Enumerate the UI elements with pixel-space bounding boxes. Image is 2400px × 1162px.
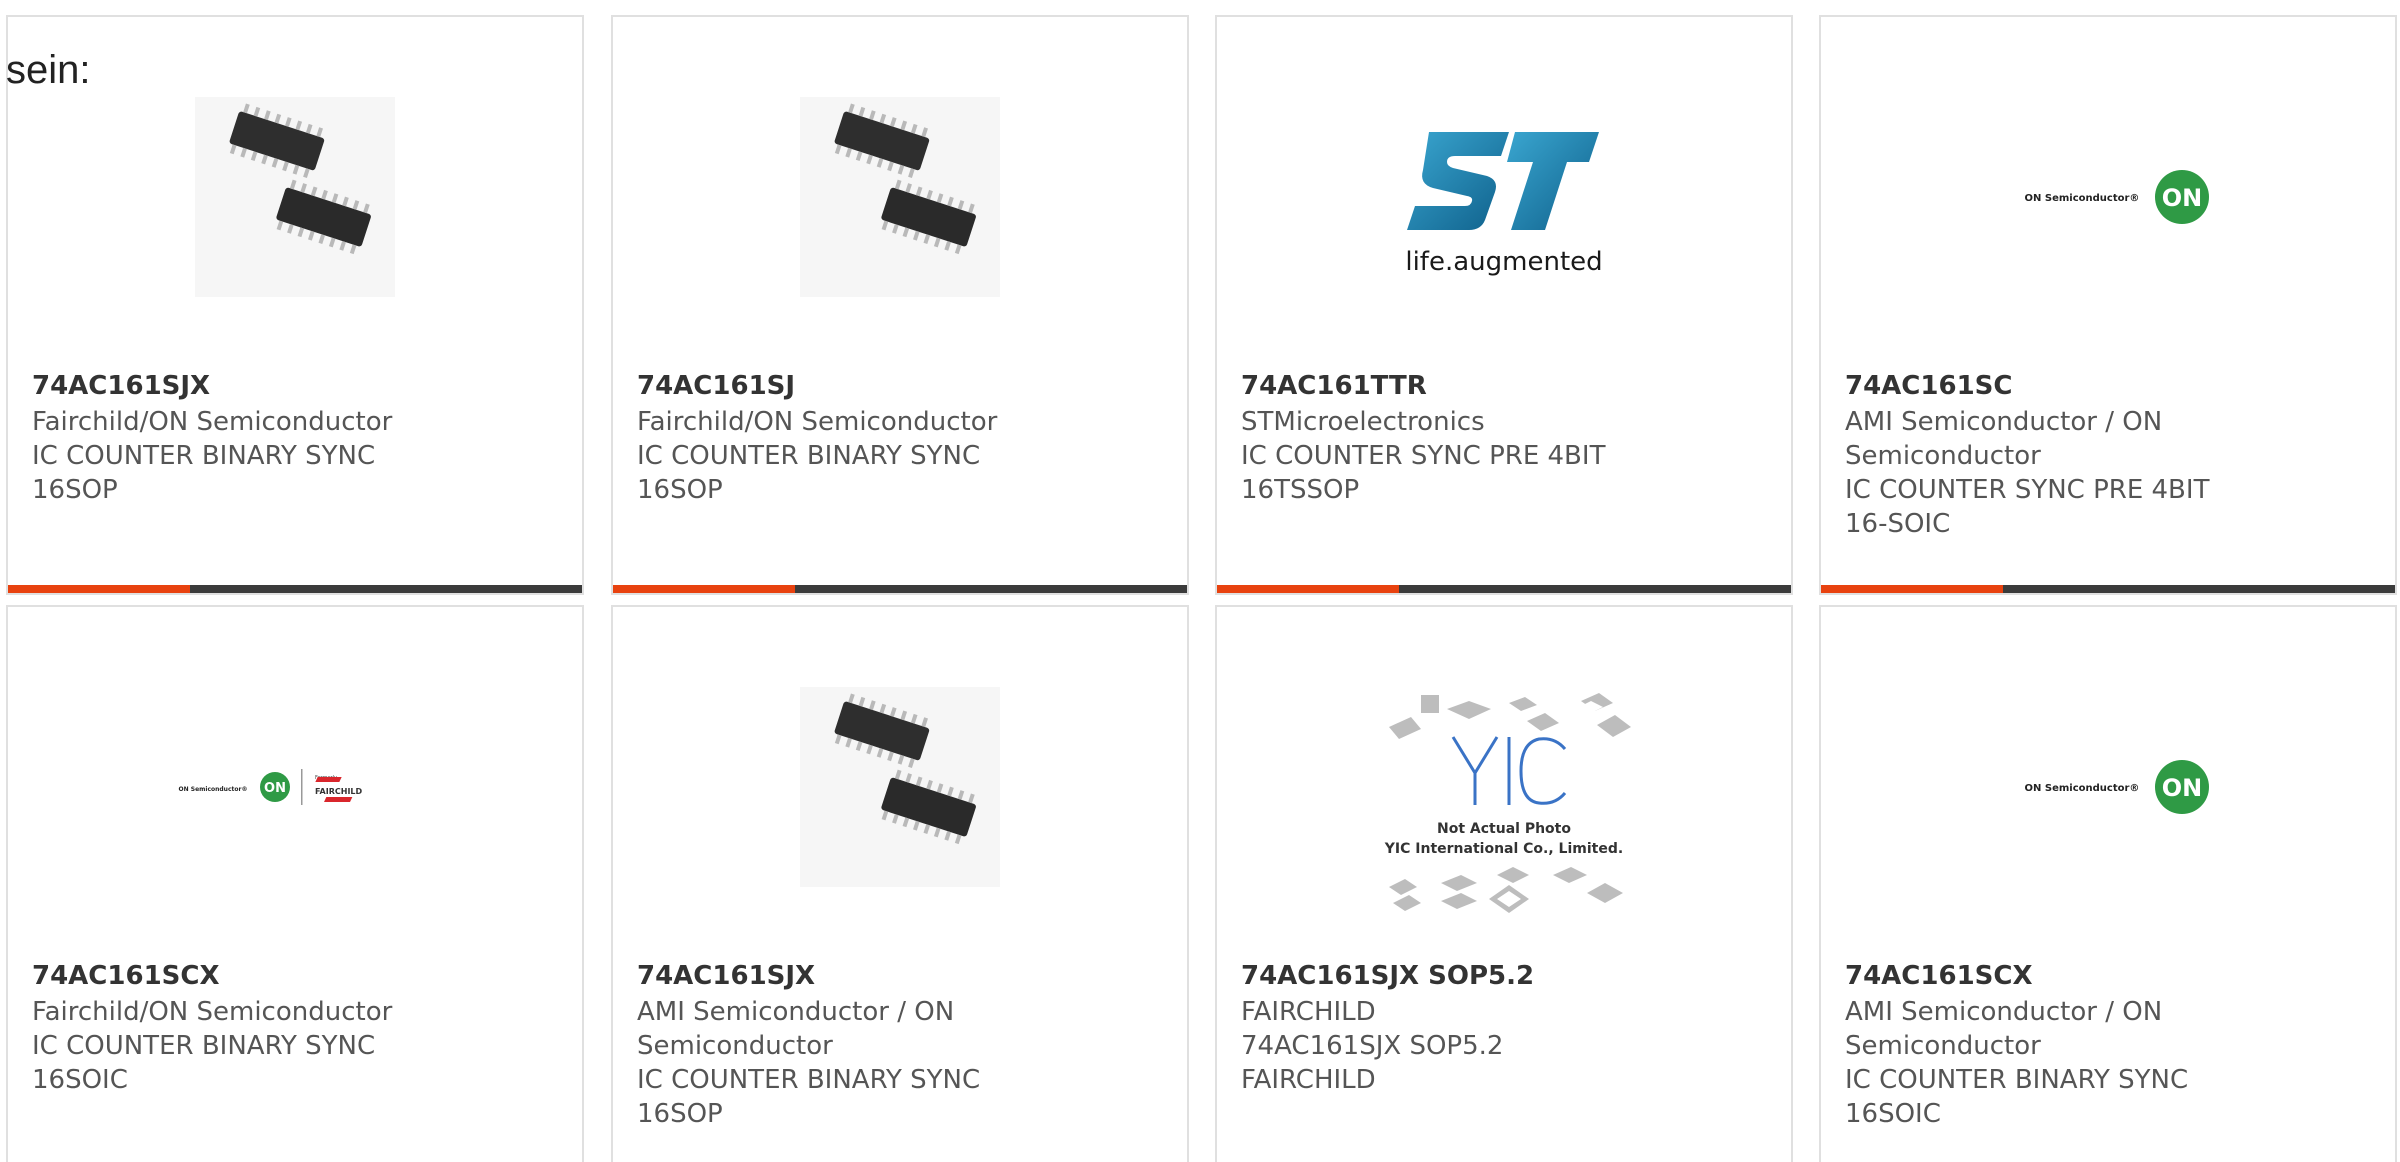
manufacturer: STMicroelectronics [1241, 407, 1485, 437]
product-image[interactable] [8, 77, 582, 317]
product-card[interactable]: ON Semiconductor® ON 74AC161SCX AMI Semi… [1819, 605, 2397, 1162]
manufacturer: Fairchild/ON Semiconductor [637, 407, 998, 437]
description: IC COUNTER BINARY SYNC 16SOP [32, 441, 376, 505]
description: IC COUNTER SYNC PRE 4BIT 16TSSOP [1241, 441, 1606, 505]
part-number-link[interactable]: 74AC161SJX [32, 369, 210, 403]
on-logo-badge: ON [2162, 184, 2203, 212]
description: IC COUNTER SYNC PRE 4BIT 16-SOIC [1845, 475, 2210, 539]
on-logo-badge: ON [2162, 774, 2203, 802]
part-number-link[interactable]: 74AC161SJX SOP5.2 [1241, 959, 1534, 993]
part-number-link[interactable]: 74AC161SJ [637, 369, 795, 403]
on-semiconductor-logo-icon: ON Semiconductor® ON [2025, 760, 2209, 814]
st-logo-icon: life.augmented [1405, 132, 1603, 277]
card-accent-bar [8, 585, 190, 593]
product-card[interactable]: 74AC161SJX AMI Semiconductor / ON Semico… [611, 605, 1189, 1162]
fairchild-logo-text: FAIRCHILD [315, 787, 363, 796]
part-number-link[interactable]: 74AC161SC [1845, 369, 2012, 403]
card-accent-bar [1217, 585, 1399, 593]
product-card[interactable]: ON Semiconductor® ON Formerly FAIRCHILD … [6, 605, 584, 1162]
part-number-link[interactable]: 74AC161SJX [637, 959, 815, 993]
product-image[interactable]: ON Semiconductor® ON Formerly FAIRCHILD [8, 667, 582, 907]
yic-caption-2: YIC International Co., Limited. [1384, 841, 1623, 857]
product-card[interactable]: Not Actual Photo YIC International Co., … [1215, 605, 1793, 1162]
description: IC COUNTER BINARY SYNC 16SOIC [32, 1031, 376, 1095]
product-card[interactable]: life.augmented 74AC161TTR STMicroelectro… [1215, 15, 1793, 595]
description: IC COUNTER BINARY SYNC 16SOP [637, 441, 981, 505]
description: IC COUNTER BINARY SYNC 16SOIC [1845, 1065, 2189, 1129]
on-logo-badge: ON [264, 781, 286, 796]
card-accent-bar [613, 585, 795, 593]
st-logo-caption: life.augmented [1405, 247, 1602, 277]
product-card[interactable]: 74AC161SJ Fairchild/ON Semiconductor IC … [611, 15, 1189, 595]
part-number-link[interactable]: 74AC161SCX [32, 959, 220, 993]
chip-photo-icon [800, 97, 1000, 297]
lead-text: sein: [6, 48, 91, 92]
yic-caption: Not Actual Photo [1437, 821, 1571, 837]
description: 74AC161SJX SOP5.2 FAIRCHILD [1241, 1031, 1504, 1095]
manufacturer: FAIRCHILD [1241, 997, 1376, 1027]
on-semiconductor-logo-icon: ON Semiconductor® ON [2025, 170, 2209, 224]
on-logo-text: ON Semiconductor® [2025, 193, 2140, 204]
chip-photo-icon [195, 97, 395, 297]
on-fairchild-logo-icon: ON Semiconductor® ON Formerly FAIRCHILD [179, 769, 363, 805]
product-card[interactable]: 74AC161SJX Fairchild/ON Semiconductor IC… [6, 15, 584, 595]
card-accent-bar [1821, 585, 2003, 593]
part-number-link[interactable]: 74AC161SCX [1845, 959, 2033, 993]
product-image[interactable]: ON Semiconductor® ON [1821, 667, 2395, 907]
manufacturer: Fairchild/ON Semiconductor [32, 997, 393, 1027]
on-logo-text: ON Semiconductor® [179, 786, 248, 793]
product-card[interactable]: ON Semiconductor® ON 74AC161SC AMI Semic… [1819, 15, 2397, 595]
product-image[interactable] [613, 667, 1187, 907]
card-bottom-bar [1821, 585, 2395, 593]
card-bottom-bar [1217, 585, 1791, 593]
chip-photo-icon [800, 687, 1000, 887]
manufacturer: AMI Semiconductor / ON Semiconductor [637, 997, 955, 1061]
card-bottom-bar [8, 585, 582, 593]
manufacturer: Fairchild/ON Semiconductor [32, 407, 393, 437]
product-image[interactable]: Not Actual Photo YIC International Co., … [1217, 687, 1791, 927]
description: IC COUNTER BINARY SYNC 16SOP [637, 1065, 981, 1129]
product-image[interactable]: life.augmented [1217, 77, 1791, 317]
product-image[interactable] [613, 77, 1187, 317]
part-number-link[interactable]: 74AC161TTR [1241, 369, 1427, 403]
on-logo-text: ON Semiconductor® [2025, 783, 2140, 794]
product-image[interactable]: ON Semiconductor® ON [1821, 77, 2395, 317]
card-bottom-bar [613, 585, 1187, 593]
manufacturer: AMI Semiconductor / ON Semiconductor [1845, 407, 2163, 471]
manufacturer: AMI Semiconductor / ON Semiconductor [1845, 997, 2163, 1061]
yic-placeholder-icon: Not Actual Photo YIC International Co., … [1384, 693, 1631, 913]
